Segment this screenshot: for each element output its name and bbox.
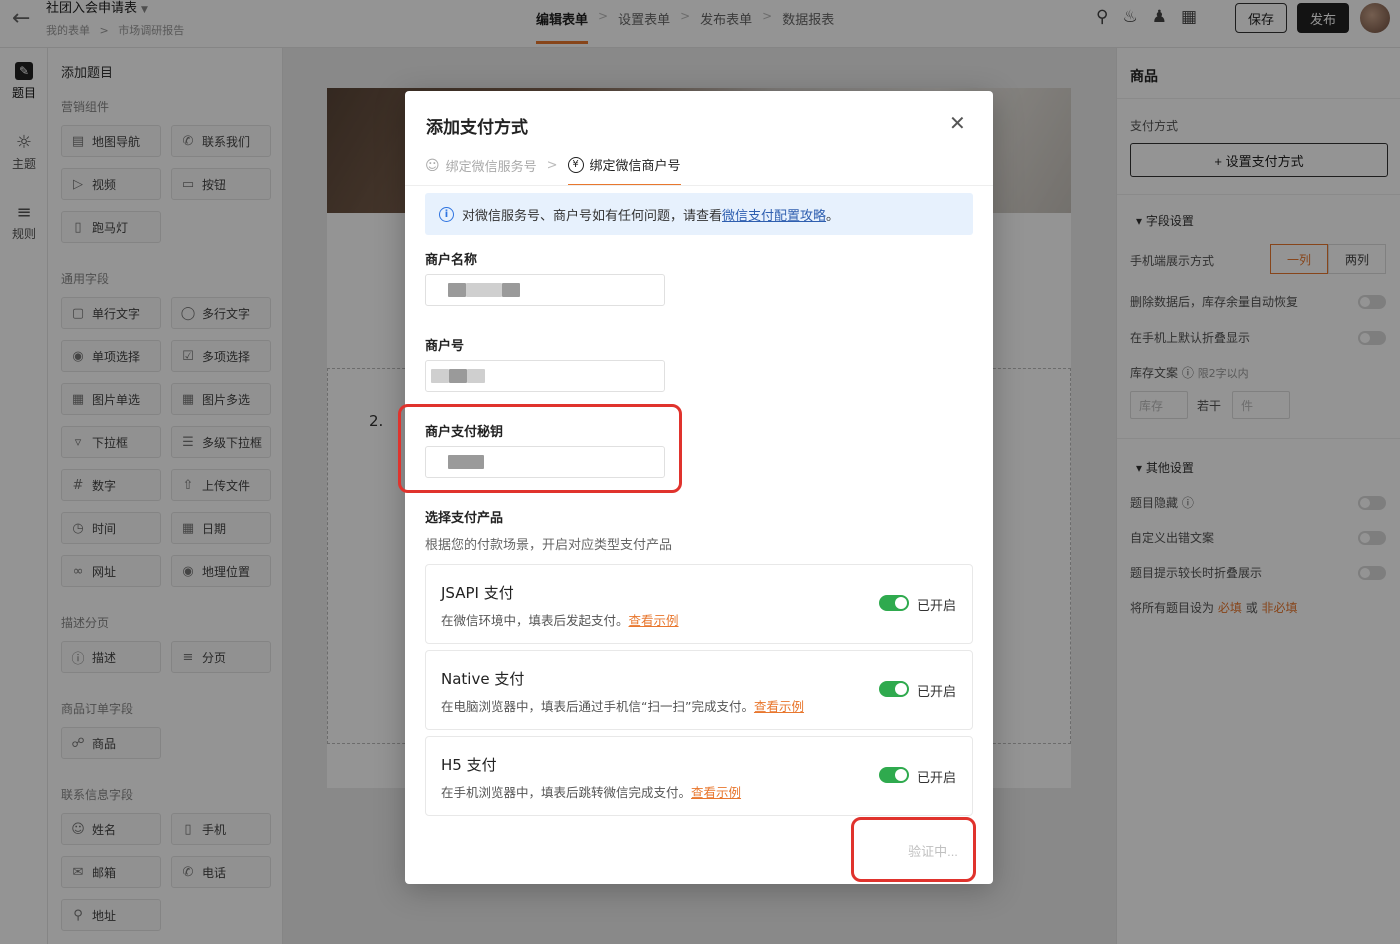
- merchant-id-input[interactable]: [425, 360, 665, 392]
- config-guide-link[interactable]: 微信支付配置攻略: [722, 209, 826, 224]
- info-icon: i: [439, 206, 454, 222]
- product-title: Native 支付: [441, 670, 525, 688]
- yuan-icon: ¥: [567, 156, 584, 173]
- product-title: JSAPI 支付: [441, 584, 514, 602]
- tab-bind-merchant[interactable]: ¥ 绑定微信商户号: [567, 155, 681, 186]
- toggle-status: 已开启: [917, 685, 957, 700]
- product-card-jsapi: JSAPI 支付 在微信环境中，填表后发起支付。查看示例 已开启: [425, 564, 973, 644]
- redacted-block: [467, 369, 485, 383]
- toggle-status: 已开启: [917, 599, 957, 614]
- product-title: H5 支付: [441, 756, 497, 774]
- merchant-name-input[interactable]: [425, 274, 665, 306]
- product-card-h5: H5 支付 在手机浏览器中，填表后跳转微信完成支付。查看示例 已开启: [425, 736, 973, 816]
- native-toggle[interactable]: [879, 681, 909, 697]
- redacted-block: [502, 283, 520, 297]
- select-products-title: 选择支付产品: [425, 511, 504, 526]
- redacted-block: [449, 369, 467, 383]
- chevron-right-icon: >: [546, 158, 558, 173]
- modal-title: 添加支付方式: [426, 118, 528, 138]
- product-card-native: Native 支付 在电脑浏览器中，填表后通过手机信“扫一扫”完成支付。查看示例…: [425, 650, 973, 730]
- highlight-verify-button: [851, 817, 976, 882]
- user-icon: ☺: [425, 157, 440, 174]
- product-desc: 在手机浏览器中，填表后跳转微信完成支付。查看示例: [441, 785, 742, 800]
- redacted-block: [431, 369, 449, 383]
- jsapi-toggle[interactable]: [879, 595, 909, 611]
- toggle-status: 已开启: [917, 771, 957, 786]
- divider: [405, 185, 993, 186]
- view-example-link[interactable]: 查看示例: [629, 613, 679, 628]
- alert-text: 对微信服务号、商户号如有任何问题，请查看微信支付配置攻略。: [462, 208, 840, 224]
- highlight-merchant-key: [398, 404, 682, 493]
- merchant-name-label: 商户名称: [425, 253, 478, 268]
- info-alert: i 对微信服务号、商户号如有任何问题，请查看微信支付配置攻略。: [425, 193, 973, 235]
- product-desc: 在电脑浏览器中，填表后通过手机信“扫一扫”完成支付。查看示例: [441, 699, 804, 714]
- tab-bind-service-account[interactable]: ☺ 绑定微信服务号: [425, 156, 537, 185]
- select-products-desc: 根据您的付款场景，开启对应类型支付产品: [425, 538, 673, 553]
- product-desc: 在微信环境中，填表后发起支付。查看示例: [441, 613, 679, 628]
- merchant-id-label: 商户号: [425, 339, 465, 354]
- redacted-block: [448, 283, 466, 297]
- modal-steps: ☺ 绑定微信服务号 > ¥ 绑定微信商户号: [425, 155, 681, 186]
- close-icon[interactable]: ✕: [949, 111, 966, 135]
- view-example-link[interactable]: 查看示例: [754, 699, 804, 714]
- h5-toggle[interactable]: [879, 767, 909, 783]
- view-example-link[interactable]: 查看示例: [691, 785, 741, 800]
- redacted-block: [466, 283, 502, 297]
